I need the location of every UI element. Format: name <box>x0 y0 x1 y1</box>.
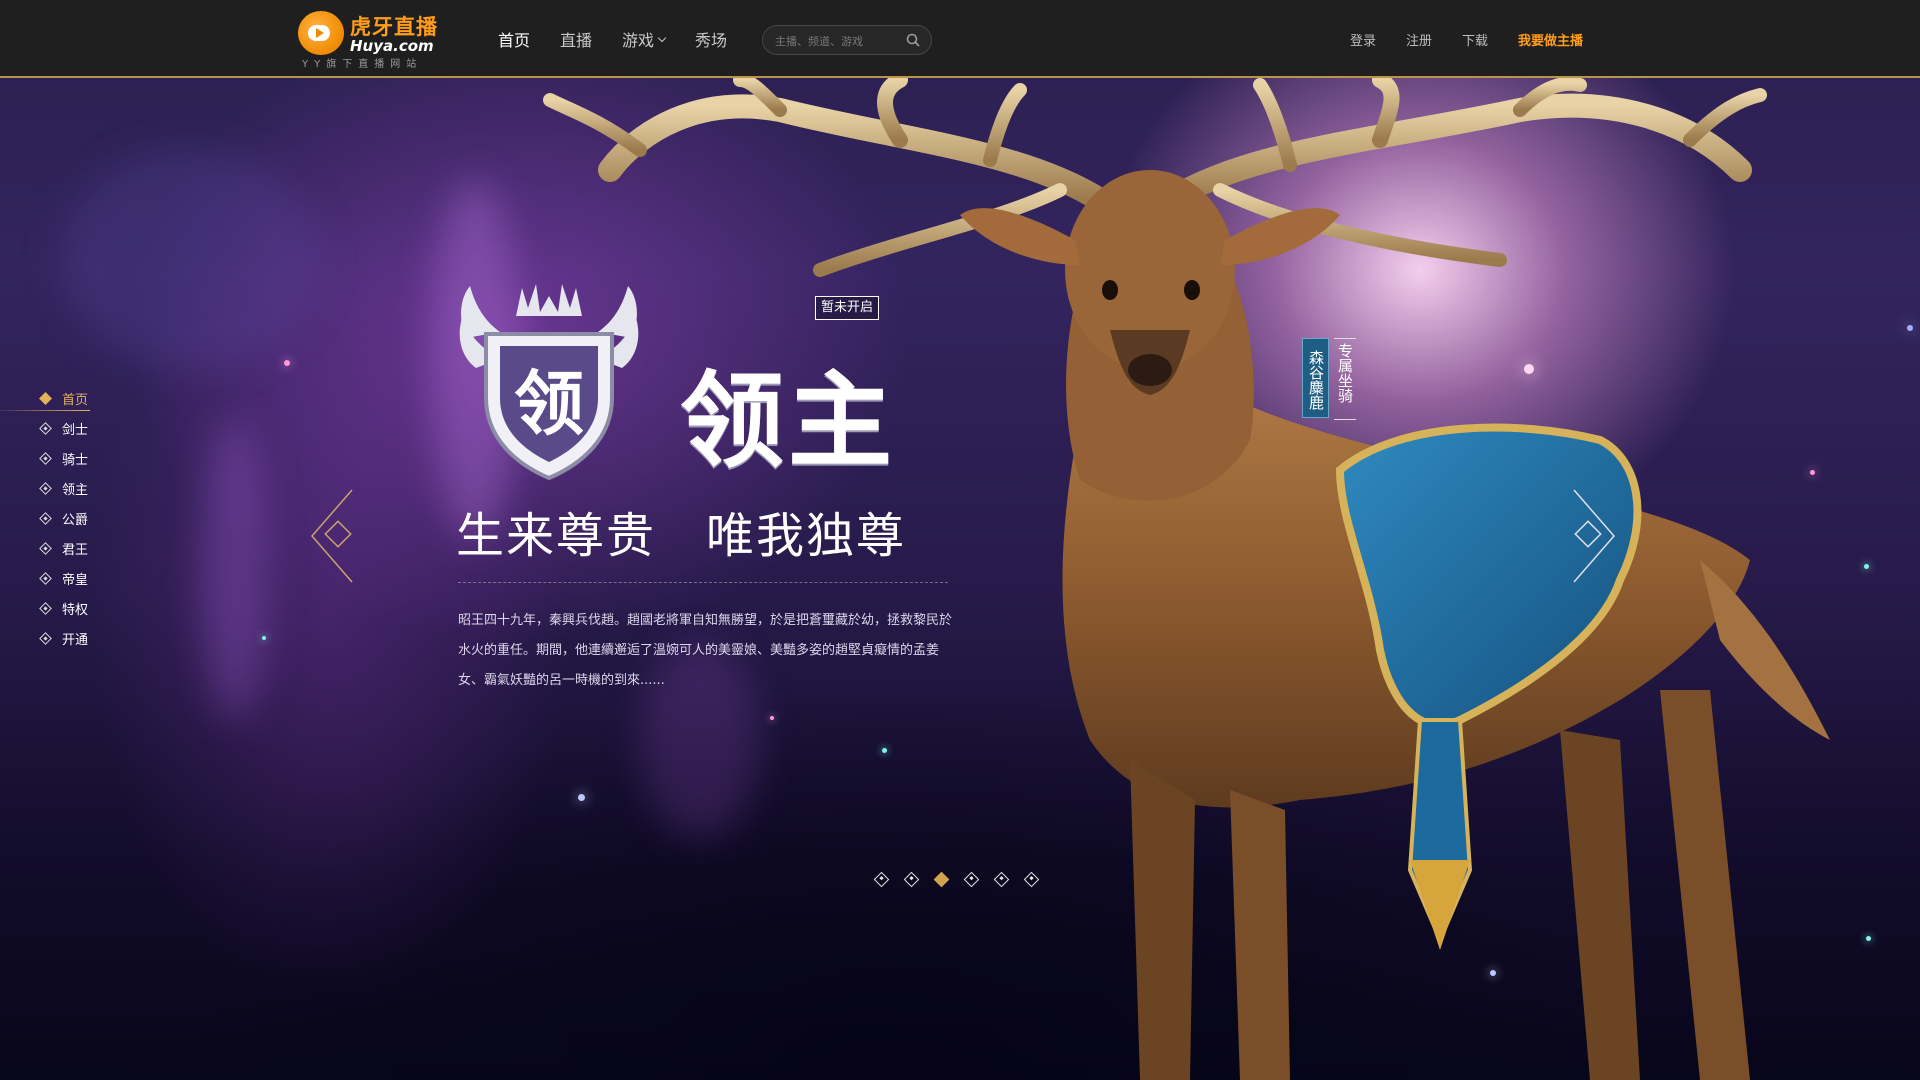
chevron-right-icon[interactable] <box>1558 488 1618 584</box>
story-description: 昭王四十九年，秦興兵伐趙。趙國老將軍自知無勝望，於是把蒼璽藏於幼，拯救黎民於水火… <box>458 613 953 688</box>
status-badge: 暂未开启 <box>815 296 880 320</box>
diamond-icon <box>39 511 52 525</box>
side-item-monarch[interactable]: 君王 <box>0 533 100 563</box>
sparkle <box>578 794 585 801</box>
hero-background <box>0 0 1920 1080</box>
diamond-icon <box>39 421 52 435</box>
nav-show-label: 秀场 <box>695 31 728 50</box>
side-item-label: 君王 <box>62 542 89 558</box>
search-input[interactable] <box>775 31 900 51</box>
diamond-icon <box>39 631 52 645</box>
mount-tag: 森谷麋鹿 专属坐骑 <box>1302 338 1356 420</box>
sparkle <box>1490 970 1496 976</box>
side-item-swordsman[interactable]: 剑士 <box>0 413 100 443</box>
main-nav: 首页 直播 游戏 秀场 <box>498 0 757 78</box>
mount-name: 森谷麋鹿 <box>1302 338 1329 418</box>
side-item-label: 领主 <box>62 482 89 498</box>
login-link[interactable]: 登录 <box>1350 30 1376 49</box>
crest-character: 领 <box>514 363 584 445</box>
side-item-label: 特权 <box>62 602 89 618</box>
side-item-label: 骑士 <box>62 452 89 468</box>
nav-home-label: 首页 <box>498 31 531 50</box>
nav-live[interactable]: 直播 <box>560 27 592 51</box>
side-item-duke[interactable]: 公爵 <box>0 503 100 533</box>
side-item-knight[interactable]: 骑士 <box>0 443 100 473</box>
sparkle <box>262 636 266 640</box>
sparkle <box>1864 564 1869 569</box>
side-item-label: 帝皇 <box>62 572 89 588</box>
user-links: 登录 注册 下载 我要做主播 <box>1350 0 1583 78</box>
search-icon[interactable] <box>906 33 920 47</box>
sparkle <box>770 716 774 720</box>
logo-tagline: YY旗下直播网站 <box>302 59 423 70</box>
logo-en-text: Huya.com <box>350 37 434 55</box>
chevron-left-icon[interactable] <box>308 488 368 584</box>
top-navigation-bar: 虎牙直播 Huya.com YY旗下直播网站 首页 直播 游戏 秀场 登录 注册… <box>0 0 1920 78</box>
nav-live-label: 直播 <box>560 31 593 50</box>
sparkle <box>1140 892 1144 896</box>
carousel-pagination <box>873 871 1056 888</box>
huya-logo-icon <box>298 11 344 55</box>
side-item-emperor[interactable]: 帝皇 <box>0 563 100 593</box>
carousel-dot[interactable] <box>873 871 890 888</box>
carousel-dot[interactable] <box>993 871 1010 888</box>
side-item-subscribe[interactable]: 开通 <box>0 623 100 653</box>
download-link[interactable]: 下载 <box>1462 30 1488 49</box>
side-item-home[interactable]: 首页 <box>0 383 100 413</box>
nav-home[interactable]: 首页 <box>498 27 530 51</box>
side-item-privileges[interactable]: 特权 <box>0 593 100 623</box>
sparkle <box>1810 470 1815 475</box>
side-item-label: 开通 <box>62 632 89 648</box>
carousel-dot-active[interactable] <box>933 871 950 888</box>
carousel-dot[interactable] <box>963 871 980 888</box>
chevron-down-icon <box>657 33 667 42</box>
divider <box>458 582 948 583</box>
side-item-label: 首页 <box>62 392 89 408</box>
light-haze <box>200 420 270 720</box>
sparkle <box>882 748 887 753</box>
search-box <box>762 25 932 55</box>
sparkle <box>284 360 290 366</box>
carousel-dot[interactable] <box>1023 871 1040 888</box>
side-item-lord[interactable]: 领主 <box>0 473 100 503</box>
diamond-icon <box>39 391 52 405</box>
diamond-icon <box>39 601 52 615</box>
sparkle <box>1524 364 1534 374</box>
page-title: 领主 <box>680 359 897 482</box>
side-item-label: 剑士 <box>62 422 89 438</box>
light-haze <box>60 150 320 370</box>
nav-games-label: 游戏 <box>622 31 655 50</box>
nav-show[interactable]: 秀场 <box>695 27 727 51</box>
lord-crest-emblem: 领 <box>459 284 639 481</box>
mount-label: 专属坐骑 <box>1334 338 1356 420</box>
diamond-icon <box>39 481 52 495</box>
register-link[interactable]: 注册 <box>1406 30 1432 49</box>
nav-games[interactable]: 游戏 <box>622 27 667 51</box>
diamond-icon <box>39 451 52 465</box>
slogan: 生来尊贵 唯我独尊 <box>456 508 907 564</box>
diamond-icon <box>39 541 52 555</box>
side-item-label: 公爵 <box>62 512 89 528</box>
carousel-dot[interactable] <box>903 871 920 888</box>
site-logo[interactable]: 虎牙直播 Huya.com YY旗下直播网站 <box>298 9 448 70</box>
sparkle <box>1866 936 1871 941</box>
sparkle <box>1907 325 1913 331</box>
side-menu: 首页 剑士 骑士 领主 公爵 君王 帝皇 特权 开通 <box>0 383 100 653</box>
become-streamer-link[interactable]: 我要做主播 <box>1518 30 1583 49</box>
diamond-icon <box>39 571 52 585</box>
